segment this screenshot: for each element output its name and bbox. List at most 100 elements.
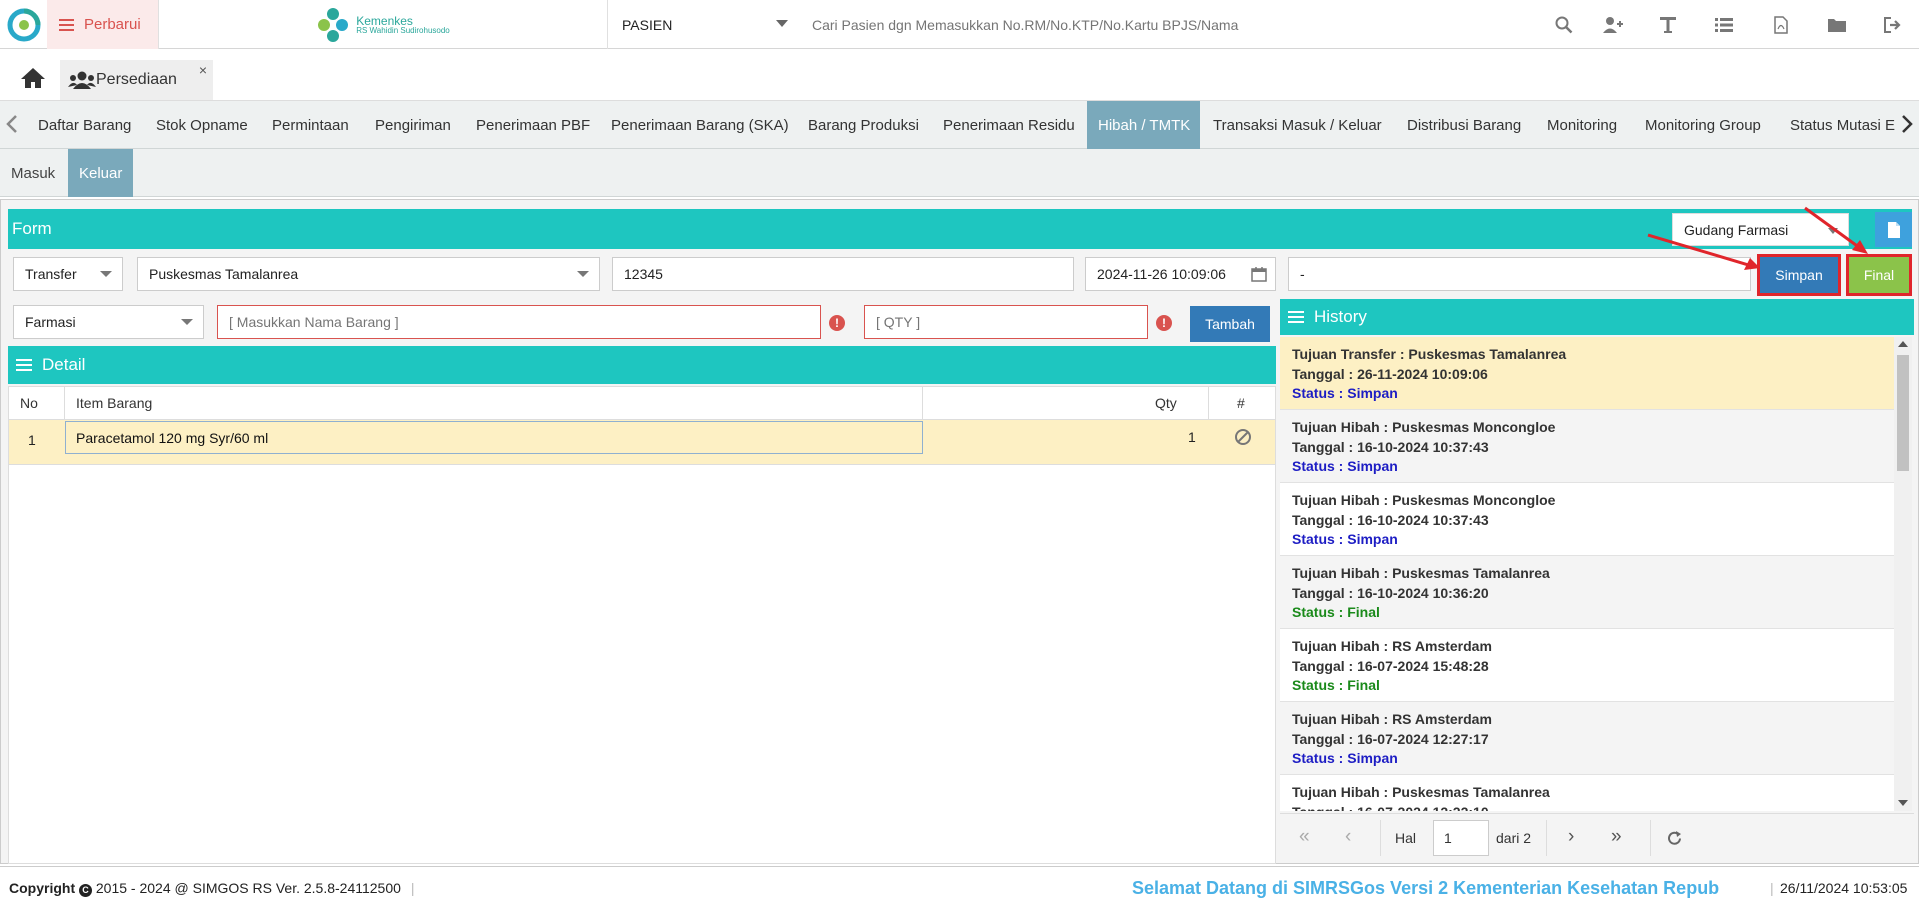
destination-value: Puskesmas Tamalanrea bbox=[149, 266, 299, 282]
sub-tab-bar bbox=[0, 149, 1919, 197]
page-input[interactable]: 1 bbox=[1433, 820, 1489, 856]
menu-icon bbox=[59, 16, 74, 34]
scrollbar-thumb[interactable] bbox=[1897, 355, 1909, 471]
row-qty[interactable]: 1 bbox=[1188, 429, 1196, 445]
menu-item-status-mutasi[interactable]: Status Mutasi E bbox=[1779, 101, 1901, 149]
column-header-item: Item Barang bbox=[76, 395, 153, 411]
last-page-icon[interactable]: » bbox=[1611, 826, 1622, 848]
add-user-icon[interactable] bbox=[1602, 14, 1624, 36]
history-item[interactable]: Tujuan Hibah : Puskesmas Moncongloe Tang… bbox=[1280, 410, 1894, 483]
menu-item-monitoring-group[interactable]: Monitoring Group bbox=[1634, 101, 1772, 149]
tab-persediaan-label: Persediaan bbox=[96, 71, 177, 88]
chevron-down-icon bbox=[100, 271, 112, 277]
history-item[interactable]: Tujuan Hibah : RS Amsterdam Tanggal : 16… bbox=[1280, 702, 1894, 775]
date-field[interactable]: 2024-11-26 10:09:06 bbox=[1085, 257, 1276, 291]
history-item[interactable]: Tujuan Hibah : Puskesmas Tamalanrea Tang… bbox=[1280, 556, 1894, 629]
category-select[interactable]: Farmasi bbox=[13, 305, 204, 339]
history-item[interactable]: Tujuan Hibah : RS Amsterdam Tanggal : 16… bbox=[1280, 629, 1894, 702]
calendar-icon[interactable] bbox=[1251, 266, 1267, 282]
destination-select[interactable]: Puskesmas Tamalanrea bbox=[137, 257, 600, 291]
history-date: Tanggal : 16-07-2024 12:27:17 bbox=[1292, 730, 1489, 747]
annotation-arrows bbox=[1647, 206, 1868, 270]
menu-item-monitoring[interactable]: Monitoring bbox=[1536, 101, 1628, 149]
kemenkes-logo: Kemenkes RS Wahidin Sudirohusodo bbox=[158, 0, 608, 49]
detail-title: Detail bbox=[42, 355, 86, 374]
update-button[interactable]: Perbarui bbox=[47, 0, 158, 49]
list-icon[interactable] bbox=[1713, 14, 1735, 36]
first-page-icon[interactable]: « bbox=[1299, 826, 1310, 848]
menu-item-barang-produksi[interactable]: Barang Produksi bbox=[797, 101, 930, 149]
logo-text-line1: Kemenkes bbox=[356, 13, 413, 28]
tab-masuk[interactable]: Masuk bbox=[0, 149, 66, 197]
history-item[interactable]: Tujuan Transfer : Puskesmas Tamalanrea T… bbox=[1280, 337, 1894, 410]
alert-icon: ! bbox=[1156, 315, 1172, 331]
item-name-input[interactable] bbox=[217, 305, 821, 339]
chevron-right-icon[interactable] bbox=[1901, 115, 1913, 137]
history-destination: Tujuan Hibah : Puskesmas Tamalanrea bbox=[1292, 565, 1550, 581]
logout-icon[interactable] bbox=[1882, 14, 1904, 36]
history-list: Tujuan Transfer : Puskesmas Tamalanrea T… bbox=[1280, 337, 1894, 811]
history-status: Status : Final bbox=[1292, 604, 1380, 620]
clock: 26/11/2024 10:53:05 bbox=[1780, 880, 1908, 896]
chevron-down-icon bbox=[776, 20, 788, 27]
search-icon[interactable] bbox=[1553, 14, 1575, 36]
history-item[interactable]: Tujuan Hibah : Puskesmas Moncongloe Tang… bbox=[1280, 483, 1894, 556]
document-number-field[interactable]: 12345 bbox=[612, 257, 1074, 291]
history-destination: Tujuan Hibah : Puskesmas Moncongloe bbox=[1292, 492, 1556, 508]
row-item-cell[interactable]: Paracetamol 120 mg Syr/60 ml bbox=[65, 421, 923, 454]
history-header: History bbox=[1280, 299, 1914, 335]
delete-icon[interactable] bbox=[1234, 428, 1252, 446]
history-destination: Tujuan Transfer : Puskesmas Tamalanrea bbox=[1292, 346, 1567, 362]
update-label: Perbarui bbox=[84, 16, 141, 33]
category-value: Farmasi bbox=[25, 314, 76, 330]
copyright-text: 2015 - 2024 @ SIMGOS RS Ver. 2.5.8-24112… bbox=[95, 880, 401, 896]
history-item[interactable]: Tujuan Hibah : Puskesmas Tamalanrea Tang… bbox=[1280, 775, 1894, 811]
menu-item-hibah-tmtk[interactable]: Hibah / TMTK bbox=[1087, 101, 1200, 149]
tab-keluar[interactable]: Keluar bbox=[68, 149, 133, 197]
history-date: Tanggal : 16-10-2024 10:37:43 bbox=[1292, 511, 1489, 528]
folder-icon[interactable] bbox=[1826, 14, 1848, 36]
menu-item-penerimaan-residu[interactable]: Penerimaan Residu bbox=[932, 101, 1086, 149]
prev-page-icon[interactable]: ‹ bbox=[1345, 826, 1351, 848]
pdf-icon[interactable] bbox=[1770, 14, 1792, 36]
column-header-no: No bbox=[20, 395, 38, 411]
scroll-up-icon[interactable] bbox=[1898, 341, 1908, 347]
app-logo-icon[interactable] bbox=[0, 0, 47, 49]
detail-header: Detail bbox=[8, 346, 1276, 384]
history-destination: Tujuan Hibah : Puskesmas Tamalanrea bbox=[1292, 784, 1550, 800]
tab-persediaan[interactable]: Persediaan × bbox=[60, 60, 213, 100]
home-icon[interactable] bbox=[16, 64, 50, 92]
history-date: Tanggal : 16-10-2024 10:37:43 bbox=[1292, 438, 1489, 455]
qty-input[interactable] bbox=[864, 305, 1148, 339]
form-header: Form bbox=[8, 209, 1912, 249]
tambah-button[interactable]: Tambah bbox=[1190, 306, 1270, 342]
history-status: Status : Simpan bbox=[1292, 385, 1398, 401]
column-header-qty: Qty bbox=[1155, 395, 1177, 411]
menu-item-daftar-barang[interactable]: Daftar Barang bbox=[27, 101, 142, 149]
menu-item-stok-opname[interactable]: Stok Opname bbox=[145, 101, 259, 149]
menu-item-transaksi-masuk-keluar[interactable]: Transaksi Masuk / Keluar bbox=[1202, 101, 1393, 149]
menu-item-distribusi-barang[interactable]: Distribusi Barang bbox=[1396, 101, 1532, 149]
chevron-down-icon bbox=[181, 319, 193, 325]
next-page-icon[interactable]: › bbox=[1568, 826, 1574, 848]
menu-item-pengiriman[interactable]: Pengiriman bbox=[364, 101, 462, 149]
transaction-type-select[interactable]: Transfer bbox=[13, 257, 123, 291]
history-date: Tanggal : 16-07-2024 12:22:10 bbox=[1292, 803, 1882, 812]
patient-type-value: PASIEN bbox=[622, 16, 673, 33]
patient-search-input[interactable] bbox=[800, 0, 1280, 49]
scroll-down-icon[interactable] bbox=[1898, 800, 1908, 806]
welcome-marquee: Selamat Datang di SIMRSGos Versi 2 Kemen… bbox=[1132, 878, 1720, 898]
refresh-icon[interactable] bbox=[1666, 830, 1683, 847]
text-icon[interactable] bbox=[1657, 14, 1679, 36]
menu-item-permintaan[interactable]: Permintaan bbox=[261, 101, 360, 149]
chevron-left-icon[interactable] bbox=[6, 115, 18, 137]
menu-item-penerimaan-pbf[interactable]: Penerimaan PBF bbox=[465, 101, 601, 149]
close-icon[interactable]: × bbox=[199, 62, 207, 78]
page-count: dari 2 bbox=[1496, 830, 1532, 846]
form-title: Form bbox=[12, 219, 52, 238]
history-destination: Tujuan Hibah : RS Amsterdam bbox=[1292, 638, 1492, 654]
history-status: Status : Final bbox=[1292, 677, 1380, 693]
row-no: 1 bbox=[28, 432, 36, 448]
patient-type-select[interactable]: PASIEN bbox=[608, 0, 788, 49]
menu-item-penerimaan-barang-ska[interactable]: Penerimaan Barang (SKA) bbox=[600, 101, 800, 149]
